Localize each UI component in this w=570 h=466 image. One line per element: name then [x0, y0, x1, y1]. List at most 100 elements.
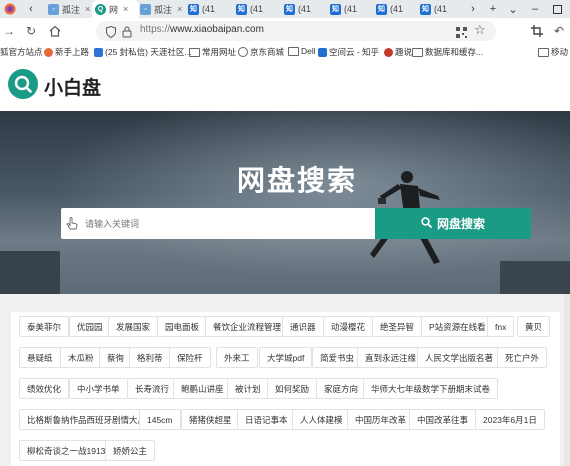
tab-5[interactable]: 知 (41	[236, 0, 276, 18]
folder-icon	[288, 46, 299, 56]
undo-arrow-icon[interactable]: ↶	[550, 22, 568, 40]
reload-icon[interactable]: ↻	[22, 22, 40, 40]
tag-item[interactable]: 简爱书虫	[312, 347, 363, 368]
tab-8[interactable]: 知 (41	[376, 0, 416, 18]
tag-item[interactable]: 日语记事本	[237, 409, 296, 430]
page-scrollbar[interactable]	[564, 294, 570, 466]
url-bar[interactable]: https://www.xiaobaipan.com ☆	[96, 21, 496, 41]
back-arrow-icon[interactable]: →	[0, 22, 18, 40]
tab-1[interactable]: ▫ 孤注 ×	[48, 0, 90, 18]
tag-item[interactable]: 直到永远注缘	[357, 347, 425, 368]
bookmark-firefox-official[interactable]: 狐官方站点	[0, 46, 43, 58]
tag-item[interactable]: 中国改革往事	[409, 409, 477, 430]
firefox-menu-icon[interactable]	[2, 0, 18, 18]
bookmark-folder-database[interactable]: 数据库和缓存...	[412, 46, 483, 58]
tag-item[interactable]: 餐饮企业流程管理	[205, 316, 290, 337]
lock-icon[interactable]	[122, 25, 132, 43]
tag-item[interactable]: 人人体建模	[292, 409, 351, 430]
tab-7[interactable]: 知 (41	[330, 0, 370, 18]
tag-item[interactable]: 柳松奇谈之一战1913	[19, 440, 114, 461]
tag-item[interactable]: 145cm	[139, 409, 181, 430]
tab-2[interactable]: Q 网 ×	[92, 0, 139, 18]
shield-icon[interactable]	[106, 25, 116, 43]
tag-item[interactable]: 通识器	[282, 316, 324, 337]
tag-item[interactable]: 家庭方向	[316, 378, 367, 399]
tag-item[interactable]: 保险杆	[169, 347, 211, 368]
tab-9[interactable]: 知 (41	[420, 0, 460, 18]
site-title[interactable]: 小白盘	[44, 73, 101, 100]
bookmark-getting-started[interactable]: 新手上路	[44, 46, 89, 58]
tab-6[interactable]: 知 (41	[284, 0, 324, 18]
scroll-tabs-right-icon[interactable]: ›	[466, 0, 480, 18]
search-input[interactable]	[81, 208, 375, 239]
crop-tool-icon[interactable]	[528, 22, 546, 40]
tag-item[interactable]: 悬疑纸	[19, 347, 61, 368]
tab-label: 孤注	[62, 4, 81, 15]
tab-label: 孤注	[154, 4, 173, 15]
bookmark-jd[interactable]: 京东商城	[238, 46, 284, 58]
tag-item[interactable]: 绝圣异智	[372, 316, 423, 337]
tab-list-chevron-icon[interactable]: ‹	[24, 0, 38, 18]
tag-item[interactable]: 木瓜粉	[60, 347, 102, 368]
tag-item[interactable]: 中小学书单	[69, 378, 128, 399]
qr-code-icon[interactable]	[456, 25, 467, 43]
tab-4[interactable]: 知 (41	[188, 0, 228, 18]
new-tab-button[interactable]: +	[486, 0, 500, 18]
pointer-hand-icon	[66, 217, 78, 235]
tag-item[interactable]: 鲍鹏山讲座	[173, 378, 232, 399]
tag-item[interactable]: 2023年6月1日	[475, 409, 545, 430]
tag-item[interactable]: 华师大七年级数学下册期末试卷	[363, 378, 499, 399]
tag-item[interactable]: 死亡户外	[497, 347, 548, 368]
minimize-window-icon[interactable]: –	[526, 0, 544, 18]
bookmark-zhihu[interactable]: 空间云 - 知乎	[318, 46, 379, 58]
zhihu-icon: 知	[330, 3, 341, 15]
search-button-label: 网盘搜索	[436, 217, 485, 231]
tag-item[interactable]: 娇娇公主	[105, 440, 156, 461]
tag-item[interactable]: 黄贝	[517, 316, 551, 337]
tag-item[interactable]: 园电面板	[157, 316, 208, 337]
tab-list-dropdown-icon[interactable]: ⌄	[506, 0, 520, 18]
hero-building-right	[500, 261, 570, 294]
folder-icon	[189, 47, 200, 57]
bookmark-folder-dell[interactable]: Dell	[288, 46, 316, 56]
close-tab-icon[interactable]: ×	[85, 4, 90, 14]
tag-item[interactable]: 发展国家	[108, 316, 159, 337]
maximize-window-icon[interactable]	[548, 0, 566, 18]
tag-item[interactable]: 中国历年改革	[347, 409, 415, 430]
tag-item[interactable]: 猪猪侠超星	[181, 409, 240, 430]
tag-item[interactable]: 格利蒂	[129, 347, 171, 368]
close-tab-icon[interactable]: ×	[177, 4, 182, 14]
tag-cloud-section: 泰美菲尔 优园园 发展国家 园电面板 餐饮企业流程管理 通识器 动漫樱花 绝圣异…	[0, 294, 570, 466]
tag-item[interactable]: 蔡徇	[99, 347, 133, 368]
tag-item[interactable]: fnx	[487, 316, 515, 337]
bookmark-folder-common[interactable]: 常用网址	[189, 46, 236, 58]
bookmarks-bar: 狐官方站点 新手上路 (25 封私信) 天涯社区... 常用网址 京东商城 De…	[0, 44, 570, 62]
tag-item[interactable]: 被计划	[227, 378, 269, 399]
tag-item[interactable]: 如何奖励	[267, 378, 318, 399]
tag-item[interactable]: 比格斯鲁纳作品西班牙剧情大片	[19, 409, 155, 430]
bookmark-tianya[interactable]: (25 封私信) 天涯社区...	[94, 46, 191, 58]
hero-banner: 网盘搜索 网盘搜索	[0, 111, 570, 294]
tag-item[interactable]: 外来工	[216, 347, 258, 368]
close-tab-icon[interactable]: ×	[123, 4, 128, 14]
zhihu-icon: 知	[420, 3, 431, 15]
bookmark-qushuo[interactable]: 趣说	[384, 46, 412, 58]
bookmark-folder-mobile[interactable]: 移动	[538, 46, 568, 58]
tag-item[interactable]: 泰美菲尔	[19, 316, 70, 337]
tab-label: (41	[250, 4, 264, 14]
tag-item[interactable]: 大学城pdf	[259, 347, 313, 368]
bookmark-star-icon[interactable]: ☆	[474, 22, 486, 38]
url-text[interactable]: https://www.xiaobaipan.com	[140, 24, 264, 35]
tag-item[interactable]: 动漫樱花	[323, 316, 374, 337]
search-button[interactable]: 网盘搜索	[375, 208, 531, 239]
site-logo-search-icon[interactable]	[8, 69, 38, 99]
tag-item[interactable]: 优园园	[69, 316, 111, 337]
home-icon[interactable]	[46, 22, 64, 40]
tag-item[interactable]: 人民文学出版名著	[417, 347, 502, 368]
tab-3[interactable]: ▫ 孤注 ×	[140, 0, 182, 18]
tag-item[interactable]: P站资源在线看	[421, 316, 494, 337]
tag-cloud-panel: 泰美菲尔 优园园 发展国家 园电面板 餐饮企业流程管理 通识器 动漫樱花 绝圣异…	[11, 312, 560, 466]
tag-item[interactable]: 绩效优化	[19, 378, 70, 399]
tag-item[interactable]: 长寿流行	[127, 378, 178, 399]
qushuo-icon	[384, 47, 393, 57]
